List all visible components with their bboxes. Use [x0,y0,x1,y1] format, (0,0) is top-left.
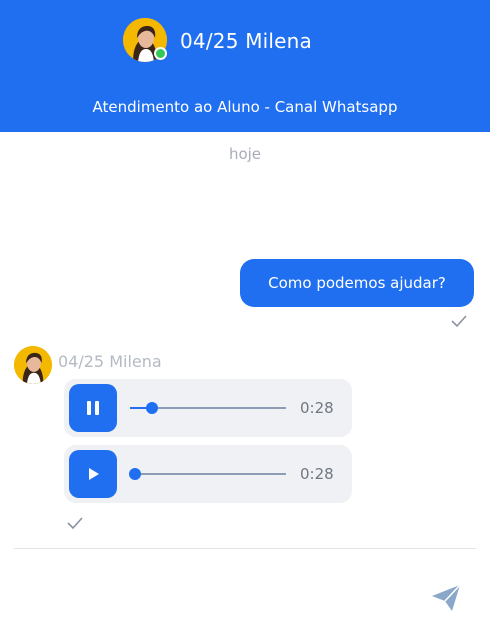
audio-seek-handle[interactable] [145,402,158,414]
audio-progress-track[interactable] [128,468,286,480]
chat-header: 04/25 Milena Atendimento ao Aluno - Cana… [0,0,490,132]
play-button[interactable] [69,450,117,498]
pause-icon [87,401,99,415]
channel-subtitle: Atendimento ao Aluno - Canal Whatsapp [92,98,398,116]
sent-check-icon [66,516,84,530]
play-icon [89,468,99,480]
audio-message: 0:28 [64,445,352,503]
date-separator: hoje [228,145,262,163]
sender-avatar[interactable] [14,346,52,384]
sender-name: 04/25 Milena [58,352,162,371]
audio-duration: 0:28 [300,465,334,483]
audio-seek-handle[interactable] [128,468,141,480]
send-icon [432,584,461,611]
pause-button[interactable] [69,384,117,432]
contact-name: 04/25 Milena [180,29,312,53]
outgoing-message: Como podemos ajudar? [240,259,474,307]
audio-progress-track[interactable] [130,402,286,414]
composer-divider [14,548,476,549]
audio-message: 0:28 [64,379,352,437]
audio-duration: 0:28 [300,399,334,417]
sent-check-icon [450,314,468,328]
online-status-indicator [154,47,167,60]
send-button[interactable] [430,583,462,613]
